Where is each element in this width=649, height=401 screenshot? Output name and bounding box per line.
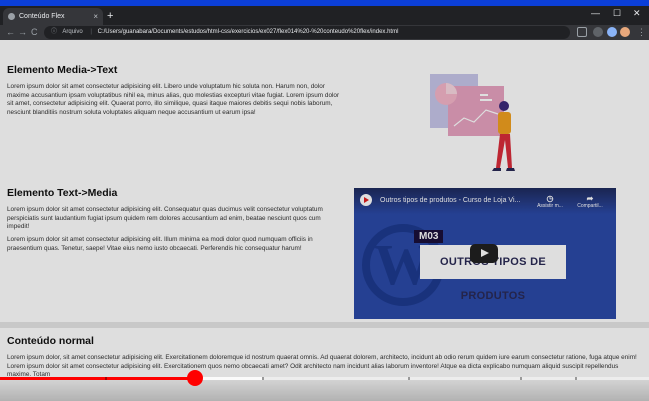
section-heading: Elemento Text->Media — [7, 187, 118, 199]
illustration-person-body — [498, 112, 511, 134]
illustration-bar — [480, 99, 492, 101]
section-media-text: Elemento Media->Text Lorem ipsum dolor s… — [7, 64, 342, 118]
scrubber-handle[interactable] — [186, 370, 203, 386]
browser-toolbar: ← → C ⓘ Arquivo | C:/Users/guanabara/Doc… — [0, 25, 649, 40]
tab-close-icon[interactable]: × — [93, 8, 98, 25]
star-icon[interactable] — [577, 27, 587, 37]
chapter-marker — [520, 377, 522, 380]
close-window-button[interactable]: ✕ — [633, 8, 641, 19]
tab-title: Conteúdo Flex — [19, 13, 65, 20]
section-heading: Elemento Media->Text — [7, 64, 118, 76]
section-text-media: Elemento Text->Media Lorem ipsum dolor s… — [7, 187, 340, 254]
section-paragraph: Lorem ipsum dolor sit amet consectetur a… — [7, 83, 340, 117]
section-normal: Conteúdo normal Lorem ipsum dolor, sit a… — [7, 335, 639, 380]
section-paragraph: Lorem ipsum dolor sit amet consectetur a… — [7, 236, 313, 252]
illustration-bar — [480, 94, 488, 96]
share-button[interactable]: ➦ Compartil... — [572, 194, 608, 209]
progress-played — [0, 377, 195, 380]
puzzle-icon[interactable] — [607, 27, 617, 37]
reload-button[interactable]: C — [31, 25, 38, 40]
globe-icon — [8, 13, 15, 20]
avatar[interactable] — [620, 27, 630, 37]
player-controls — [0, 380, 649, 401]
watch-later-button[interactable]: ◷ Assistir m... — [532, 194, 568, 209]
menu-icon[interactable]: ⋮ — [637, 25, 646, 40]
chapter-marker — [575, 377, 577, 380]
info-icon: ⓘ — [51, 29, 58, 35]
new-tab-button[interactable]: + — [107, 9, 113, 23]
maximize-button[interactable]: ☐ — [613, 8, 621, 19]
data-illustration — [430, 74, 515, 171]
browser-tab[interactable]: Conteúdo Flex × — [3, 8, 103, 25]
illustration-person-legs — [496, 134, 512, 168]
url-text: C:/Users/guanabara/Documents/estudos/htm… — [97, 29, 399, 35]
address-separator: | — [90, 29, 92, 35]
chapter-marker — [105, 377, 107, 380]
video-title[interactable]: Outros tipos de produtos - Curso de Loja… — [380, 197, 520, 204]
video-progress-bar[interactable] — [0, 370, 649, 386]
illustration-shoe — [492, 168, 501, 171]
screen: Conteúdo Flex × + — ☐ ✕ ← → C ⓘ Arquivo … — [0, 0, 649, 401]
chapter-marker — [408, 377, 410, 380]
section-heading: Conteúdo normal — [7, 335, 94, 347]
illustration-shoe — [506, 168, 515, 171]
channel-logo-icon[interactable] — [360, 194, 372, 206]
extension-icon[interactable] — [593, 27, 603, 37]
video-embed[interactable]: W Outros tipos de produtos - Curso de Lo… — [354, 188, 616, 319]
illustration-person-head — [499, 101, 509, 111]
module-badge: M03 — [414, 230, 444, 243]
play-icon[interactable] — [470, 244, 498, 263]
minimize-button[interactable]: — — [591, 8, 600, 18]
forward-button[interactable]: → — [18, 25, 27, 40]
content-divider — [0, 322, 649, 328]
chapter-marker — [262, 377, 264, 380]
address-bar[interactable]: ⓘ Arquivo | C:/Users/guanabara/Documents… — [44, 26, 570, 39]
file-scheme-chip: Arquivo — [62, 29, 83, 35]
watch-later-label: Assistir m... — [537, 203, 563, 209]
progress-buffered — [194, 377, 262, 380]
section-paragraph: Lorem ipsum dolor sit amet consectetur a… — [7, 206, 323, 231]
back-button[interactable]: ← — [6, 25, 15, 40]
share-icon: ➦ — [586, 194, 594, 203]
tab-strip: Conteúdo Flex × + — ☐ ✕ — [0, 6, 649, 25]
share-label: Compartil... — [577, 203, 603, 209]
clock-icon: ◷ — [546, 194, 554, 203]
page-content: Elemento Media->Text Lorem ipsum dolor s… — [0, 40, 649, 401]
